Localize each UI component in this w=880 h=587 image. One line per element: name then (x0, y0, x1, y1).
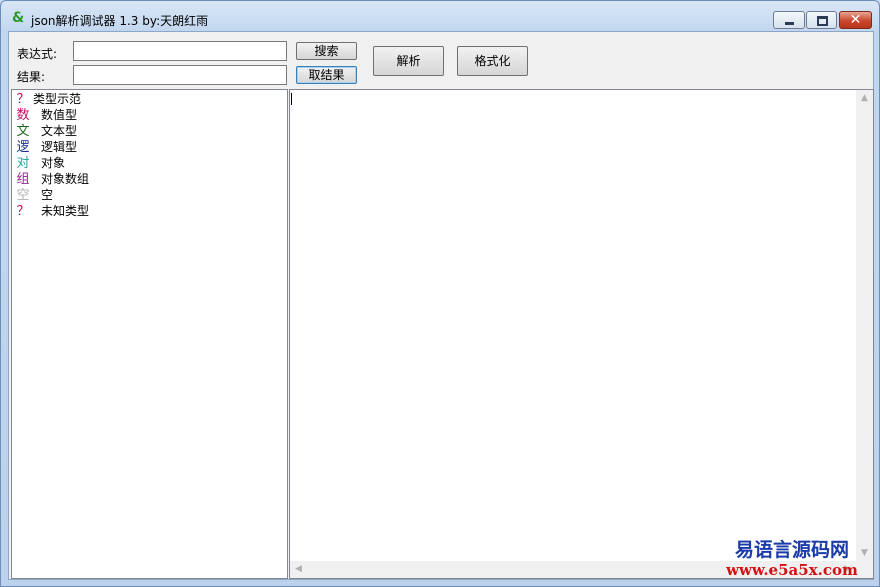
result-input[interactable] (73, 65, 287, 85)
result-label: 结果: (17, 70, 46, 84)
tree-root[interactable]: ？类型示范 (16, 91, 81, 107)
close-icon: ✕ (849, 12, 862, 28)
tree-root-label: 类型示范 (33, 92, 82, 106)
expression-input[interactable] (73, 41, 287, 61)
text-caret (291, 93, 292, 105)
tree-item[interactable]: ？ 未知类型 (16, 203, 89, 219)
json-tree-view[interactable]: ？类型示范 数数值型 文文本型 逻逻辑型 对对象 组对象数组 空空 ？未知类型 (11, 89, 288, 579)
json-text-editor[interactable]: ▲ ▼ ◀ ▶ (289, 89, 874, 579)
object-type-icon: 对 (16, 156, 30, 171)
scroll-left-icon[interactable]: ◀ (290, 561, 307, 578)
scroll-up-icon[interactable]: ▲ (856, 90, 873, 107)
minimize-icon (785, 22, 794, 25)
tree-item[interactable]: 空空 (16, 187, 53, 203)
text-type-icon: 文 (16, 124, 30, 139)
tree-item-label: 逻辑型 (41, 140, 78, 154)
watermark: 易语言源码网 www.e5a5x.com (712, 539, 872, 579)
format-button[interactable]: 格式化 (457, 46, 528, 76)
app-window: & json解析调试器 1.3 by:天朗红雨 ✕ 表达式: 结果: 搜索 取结… (0, 0, 880, 587)
tree-item-label: 对象数组 (41, 172, 90, 186)
client-area: 表达式: 结果: 搜索 取结果 解析 格式化 ？类型示范 数数值型 文文本型 逻… (8, 31, 874, 580)
number-type-icon: 数 (16, 108, 30, 123)
close-button[interactable]: ✕ (839, 11, 872, 29)
tree-item[interactable]: 数数值型 (16, 107, 77, 123)
logic-type-icon: 逻 (16, 140, 30, 155)
null-type-icon: 空 (16, 188, 30, 203)
unknown-type-icon: ？ (16, 204, 30, 219)
expression-label: 表达式: (17, 47, 58, 61)
tree-item[interactable]: 对对象 (16, 155, 65, 171)
leaf-icon: & (12, 10, 25, 26)
tree-item[interactable]: 文文本型 (16, 123, 77, 139)
minimize-button[interactable] (773, 11, 805, 29)
array-type-icon: 组 (16, 172, 30, 187)
tree-item-label: 未知类型 (41, 204, 90, 218)
watermark-url: www.e5a5x.com (726, 561, 858, 579)
maximize-icon (817, 16, 828, 26)
parse-button[interactable]: 解析 (373, 46, 444, 76)
window-title: json解析调试器 1.3 by:天朗红雨 (31, 14, 209, 28)
get-result-button[interactable]: 取结果 (296, 66, 357, 84)
tree-item-label: 文本型 (41, 124, 78, 138)
tree-item-label: 空 (41, 188, 54, 202)
tree-item[interactable]: 逻逻辑型 (16, 139, 77, 155)
watermark-name: 易语言源码网 (734, 539, 849, 561)
tree-item-label: 数值型 (41, 108, 78, 122)
tree-item-label: 对象 (41, 156, 66, 170)
tree-item[interactable]: 组对象数组 (16, 171, 89, 187)
search-button[interactable]: 搜索 (296, 42, 357, 60)
unknown-type-icon: ？ (16, 92, 30, 107)
vertical-scrollbar[interactable]: ▲ ▼ (856, 90, 873, 562)
maximize-button[interactable] (806, 11, 837, 29)
